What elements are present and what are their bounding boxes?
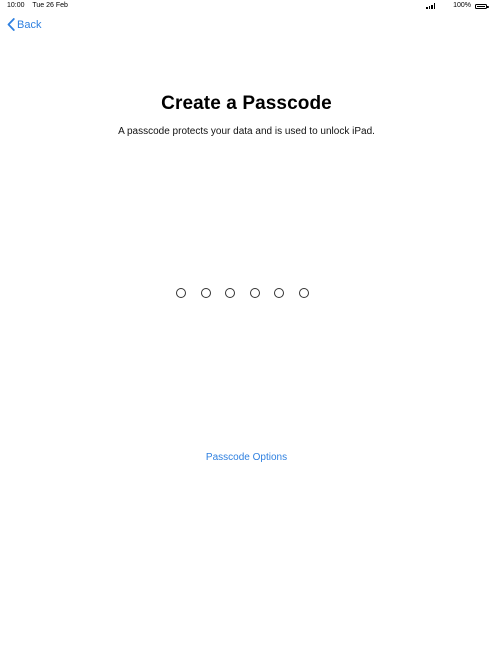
status-time: 10:00 [7,2,25,9]
passcode-dot [249,288,260,298]
back-button[interactable]: Back [7,18,41,31]
status-date: Tue 26 Feb [32,2,68,9]
page-subtitle: A passcode protects your data and is use… [118,126,375,137]
passcode-screen: 10:00 Tue 26 Feb 100% Back Create a Pass… [0,0,493,658]
passcode-options-button[interactable]: Passcode Options [206,452,287,463]
battery-percentage: 100% [453,2,471,9]
passcode-dot [274,288,284,298]
passcode-dot [225,288,235,298]
passcode-dot [298,288,309,298]
passcode-options-row: Passcode Options [0,452,493,463]
status-left: 10:00 Tue 26 Feb [7,0,74,12]
chevron-left-icon [7,18,15,31]
back-label: Back [17,18,42,31]
passcode-dot [176,288,186,298]
status-bar: 10:00 Tue 26 Feb 100% [0,0,493,12]
status-right: 100% [426,0,489,12]
battery-icon [475,3,489,9]
passcode-dot [200,288,211,298]
signal-icon [426,3,436,9]
page-title: Create a Passcode [161,93,332,114]
passcode-dots [176,288,309,298]
